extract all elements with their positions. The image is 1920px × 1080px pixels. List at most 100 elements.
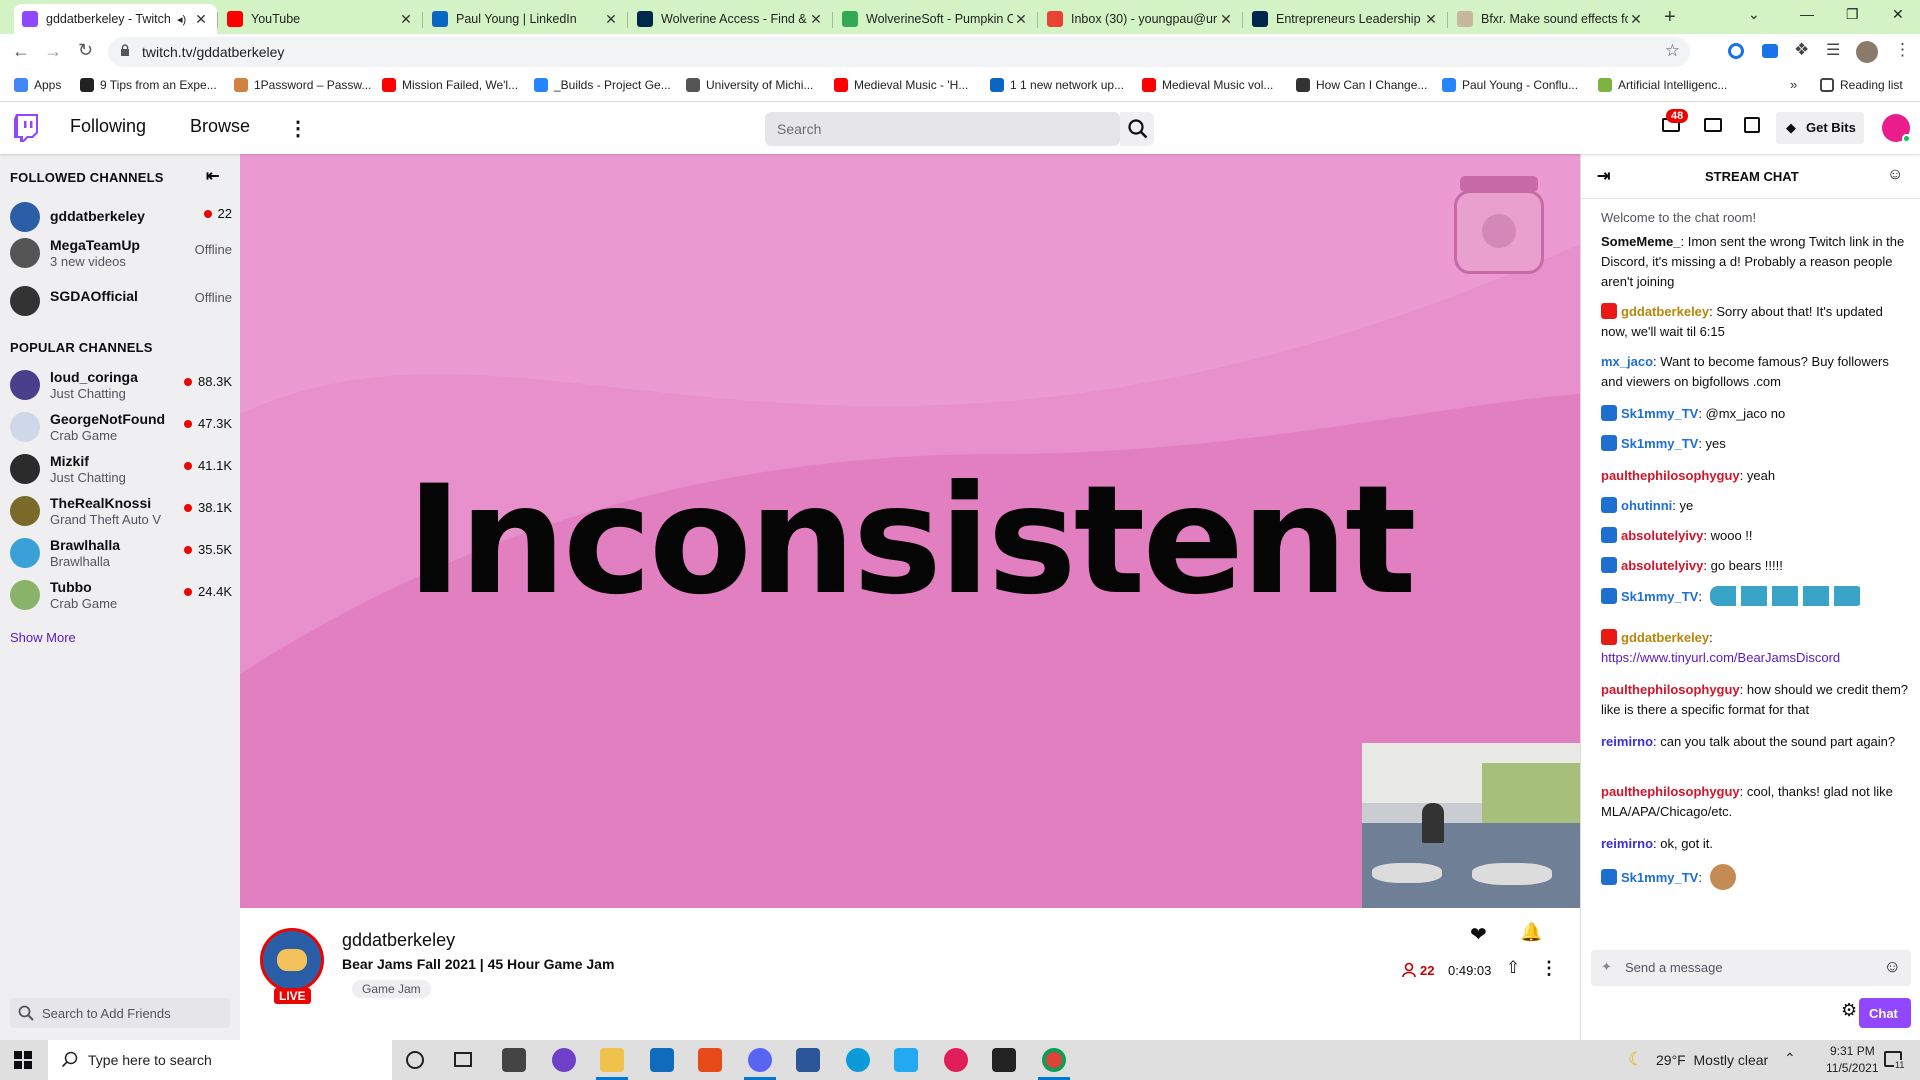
prime-crown-badge-icon[interactable] [1601,588,1617,604]
edge-icon[interactable] [846,1048,870,1072]
chat-username[interactable]: Sk1mmy_TV [1621,870,1698,885]
browser-tab[interactable]: Wolverine Access - Find & ✕ [629,4,832,34]
channel-avatar[interactable] [260,928,324,992]
chat-username[interactable]: paulthephilosophyguy [1601,784,1740,799]
prime-crown-badge-icon[interactable] [1601,497,1617,513]
bookmark-item[interactable]: Artificial Intelligenc... [1598,78,1727,92]
address-bar[interactable]: twitch.tv/gddatberkeley ☆ [108,37,1690,67]
chat-username[interactable]: reimirno [1601,836,1653,851]
clock-date[interactable]: 11/5/2021 [1826,1061,1879,1075]
tab-close-icon[interactable]: ✕ [1423,11,1439,28]
tab-close-icon[interactable]: ✕ [1013,11,1029,28]
friends-search-input[interactable]: Search to Add Friends [10,998,230,1028]
chevron-up-icon[interactable]: ⌃ [1784,1050,1796,1067]
media-control-icon[interactable]: ☰ [1826,40,1840,60]
followed-channel-gddatberkeley[interactable]: gddatberkeley 22 [10,198,232,238]
file-explorer-icon[interactable] [600,1048,624,1072]
popular-channel[interactable]: loud_coringa Just Chatting 88.3K [10,366,232,406]
share-icon[interactable]: ⇧ [1506,958,1520,978]
reading-list-button[interactable]: Reading list [1820,78,1903,92]
bookmark-item[interactable]: 9 Tips from an Expe... [80,78,217,92]
new-tab-button[interactable]: + [1664,6,1676,29]
forward-icon[interactable]: → [44,41,62,62]
store-icon[interactable] [502,1048,526,1072]
puzzle-icon[interactable]: ❖ [1794,40,1809,60]
mail-icon[interactable] [650,1048,674,1072]
minimize-icon[interactable]: — [1800,6,1814,22]
weather-text[interactable]: 29°F Mostly clear [1656,1052,1768,1068]
more-vertical-icon[interactable]: ⋮ [288,116,308,141]
mail-icon[interactable] [1704,118,1722,132]
slack-icon[interactable] [944,1048,968,1072]
window-close-icon[interactable]: ✕ [1892,6,1904,23]
chat-username[interactable]: mx_jaco [1601,354,1653,369]
browser-tab[interactable]: Entrepreneurs Leadership ✕ [1244,4,1447,34]
extension-icon[interactable] [1728,43,1744,59]
notification-bell-icon[interactable]: 🔔 [1520,922,1542,943]
show-more-link[interactable]: Show More [10,630,76,645]
chat-username[interactable]: paulthephilosophyguy [1601,468,1740,483]
get-bits-button[interactable]: ◆ Get Bits [1776,112,1864,144]
task-view-icon[interactable] [454,1052,472,1067]
prime-crown-badge-icon[interactable] [1601,405,1617,421]
stream-tag[interactable]: Game Jam [352,980,431,998]
prime-crown-badge-icon[interactable] [1601,869,1617,885]
more-options-icon[interactable]: ⋮ [1540,958,1558,979]
unity-icon[interactable] [992,1048,1016,1072]
tab-close-icon[interactable]: ✕ [603,11,619,28]
chat-send-button[interactable]: Chat [1859,998,1911,1028]
search-button[interactable] [1120,112,1154,146]
twitch-logo-icon[interactable] [14,114,38,147]
chat-username[interactable]: gddatberkeley [1621,630,1709,645]
bookmarks-overflow-icon[interactable]: » [1790,77,1797,92]
tab-audio-icon[interactable]: ◂) [177,13,193,26]
chrome-icon[interactable] [1042,1048,1066,1072]
chat-username[interactable]: SomeMeme_ [1601,234,1680,249]
search-input[interactable]: Search [765,112,1120,146]
popular-channel[interactable]: Mizkif Just Chatting 41.1K [10,450,232,490]
nav-browse[interactable]: Browse [190,116,250,137]
popular-channel[interactable]: Brawlhalla Brawlhalla 35.5K [10,534,232,574]
cortana-icon[interactable] [406,1051,424,1069]
chat-username[interactable]: reimirno [1601,734,1653,749]
broadcaster-badge-icon[interactable] [1601,629,1617,645]
browser-tab[interactable]: Bfxr. Make sound effects fo ✕ [1449,4,1652,34]
bookmark-item[interactable]: University of Michi... [686,78,813,92]
chat-username[interactable]: Sk1mmy_TV [1621,406,1698,421]
clock-time[interactable]: 9:31 PM [1830,1044,1875,1058]
browser-tab[interactable]: Inbox (30) - youngpau@ur ✕ [1039,4,1242,34]
video-player[interactable]: Inconsistent [240,154,1580,908]
tab-close-icon[interactable]: ✕ [193,11,209,28]
prime-crown-badge-icon[interactable] [1601,435,1617,451]
popular-channel[interactable]: GeorgeNotFound Crab Game 47.3K [10,408,232,448]
channel-name[interactable]: gddatberkeley [342,930,455,951]
windows-start-icon[interactable] [14,1051,32,1074]
bookmark-item[interactable]: Medieval Music vol... [1142,78,1273,92]
word-icon[interactable] [796,1048,820,1072]
chat-users-icon[interactable]: ☺ [1887,166,1903,184]
chat-settings-gear-icon[interactable]: ⚙ [1841,1000,1857,1021]
tab-close-icon[interactable]: ✕ [808,11,824,28]
browser-tab[interactable]: YouTube ✕ [219,4,422,34]
follow-heart-icon[interactable]: ❤ [1470,922,1487,947]
bookmark-item[interactable]: How Can I Change... [1296,78,1427,92]
chat-username[interactable]: gddatberkeley [1621,304,1709,319]
restore-icon[interactable]: ❐ [1846,6,1859,23]
chrome-menu-icon[interactable]: ⋮ [1894,40,1911,60]
followed-channel-sgdaofficial[interactable]: SGDAOfficial Offline [10,282,232,322]
bookmark-item[interactable]: Mission Failed, We'l... [382,78,518,92]
nav-following[interactable]: Following [70,116,146,137]
chat-username[interactable]: Sk1mmy_TV [1621,436,1698,451]
chat-link[interactable]: https://www.tinyurl.com/BearJamsDiscord [1601,650,1840,665]
emote-picker-icon[interactable]: ☺ [1884,957,1901,977]
bookmark-item[interactable]: Paul Young - Conflu... [1442,78,1578,92]
popular-channel[interactable]: TheRealKnossi Grand Theft Auto V 38.1K [10,492,232,532]
chevron-down-icon[interactable]: ⌄ [1748,6,1760,23]
popular-channel[interactable]: Tubbo Crab Game 24.4K [10,576,232,616]
tab-close-icon[interactable]: ✕ [398,11,414,28]
back-icon[interactable]: ← [12,41,30,62]
prime-crown-badge-icon[interactable] [1601,557,1617,573]
taskbar-search-input[interactable]: Type here to search [48,1040,392,1080]
bookmark-item[interactable]: 1 1 new network up... [990,78,1124,92]
chat-username[interactable]: absolutelyivy [1621,528,1703,543]
